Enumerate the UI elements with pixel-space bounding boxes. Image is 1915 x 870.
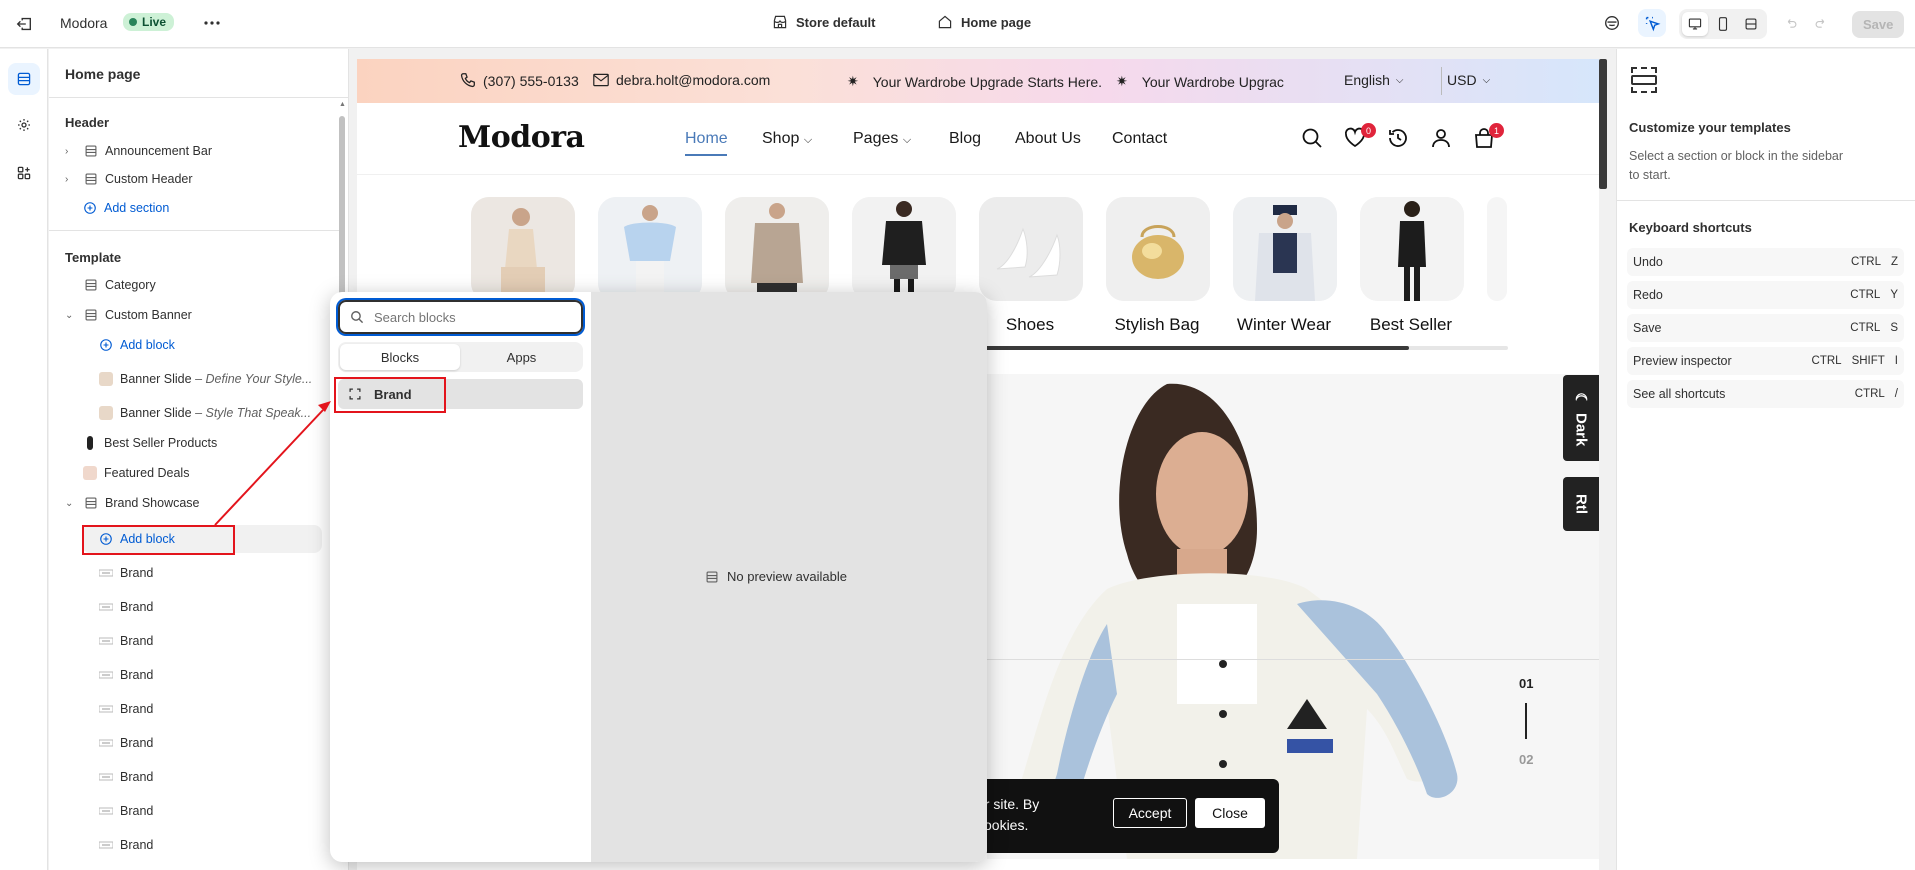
annotation-arrow bbox=[214, 401, 331, 526]
